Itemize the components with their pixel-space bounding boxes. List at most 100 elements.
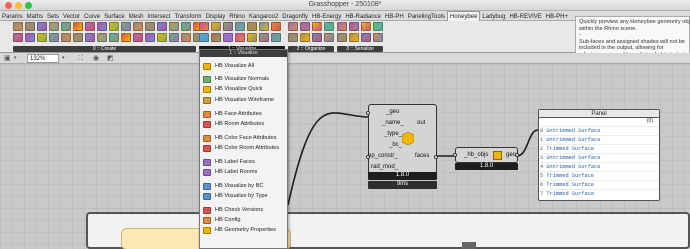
ribbon-component-icon[interactable] [37, 33, 47, 42]
output-faces[interactable]: faces [415, 153, 429, 160]
ribbon-component-icon[interactable] [247, 22, 257, 31]
input-rad-mod[interactable]: rad_mod_ [371, 164, 398, 171]
zoom-dropdown-icon[interactable]: ▾ [62, 54, 65, 63]
ribbon-group-label[interactable]: 2 :: Organize [288, 46, 334, 52]
ribbon-group-label[interactable]: 0 :: Create [13, 46, 196, 52]
menu-item-hb-visualize-wireframe[interactable]: HB Visualize Wireframe [200, 96, 287, 105]
ribbon-component-icon[interactable] [133, 22, 143, 31]
ribbon-component-icon[interactable] [259, 22, 269, 31]
ribbon-component-icon[interactable] [133, 33, 143, 42]
ribbon-component-icon[interactable] [300, 33, 310, 42]
ribbon-component-icon[interactable] [109, 33, 119, 42]
ribbon-component-icon[interactable] [288, 22, 298, 31]
ribbon-component-icon[interactable] [169, 22, 179, 31]
ribbon-component-icon[interactable] [121, 33, 131, 42]
menu-item-hb-face-attributes[interactable]: HB Face Attributes [200, 110, 287, 119]
ribbon-component-icon[interactable] [181, 22, 191, 31]
menu-item-hb-config[interactable]: HB Config [200, 216, 287, 225]
ribbon-component-icon[interactable] [312, 33, 322, 42]
ribbon-component-icon[interactable] [373, 33, 383, 42]
ribbon-component-icon[interactable] [288, 33, 298, 42]
ribbon-component-icon[interactable] [324, 33, 334, 42]
menu-item-hb-label-faces[interactable]: HB Label Faces [200, 158, 287, 167]
menu-item-hb-visualize-all[interactable]: HB Visualize All [200, 62, 287, 71]
preview-eye-icon[interactable]: ◉ [93, 54, 99, 63]
output-port[interactable] [434, 155, 438, 159]
menu-item-hb-visualize-quick[interactable]: HB Visualize Quick [200, 85, 287, 94]
tab-honeybee[interactable]: Honeybee [447, 11, 481, 21]
ribbon-component-icon[interactable] [73, 33, 83, 42]
menu-item-hb-visualize-normals[interactable]: HB Visualize Normals [200, 75, 287, 84]
ribbon-component-icon[interactable] [145, 22, 155, 31]
input-geo[interactable]: _geo [386, 109, 399, 116]
ribbon-component-icon[interactable] [211, 22, 221, 31]
ribbon-component-icon[interactable] [25, 22, 35, 31]
ribbon-component-icon[interactable] [259, 33, 269, 42]
input-port[interactable] [366, 111, 370, 115]
ribbon-component-icon[interactable] [247, 33, 257, 42]
ribbon-component-icon[interactable] [211, 33, 221, 42]
ribbon-component-icon[interactable] [312, 22, 322, 31]
ribbon-component-icon[interactable] [361, 22, 371, 31]
hb-face-component[interactable]: _geo _name_ _type_ _bc_ ep_constr_ rad_m… [366, 104, 438, 180]
menu-item-hb-color-room-attributes[interactable]: HB Color Room Attributes [200, 144, 287, 153]
ribbon-component-icon[interactable] [49, 33, 59, 42]
output-port[interactable] [515, 153, 519, 157]
input-bc[interactable]: _bc_ [389, 142, 402, 149]
menu-item-hb-label-rooms[interactable]: HB Label Rooms [200, 168, 287, 177]
menu-item-hb-room-attributes[interactable]: HB Room Attributes [200, 120, 287, 129]
ribbon-component-icon[interactable] [13, 22, 23, 31]
menu-item-hb-geometry-properties[interactable]: HB Geometry Properties [200, 226, 287, 235]
panel-component[interactable]: Panel {0} 0 Untrimmed Surface 1 Untrimmed… [538, 109, 660, 201]
ribbon-component-icon[interactable] [73, 22, 83, 31]
ribbon-component-icon[interactable] [223, 33, 233, 42]
hb-visualize-quick-component[interactable]: _hb_objs geo [453, 147, 519, 163]
menu-item-hb-visualize-by-bc[interactable]: HB Visualize by BC [200, 182, 287, 191]
output-out[interactable]: out [417, 120, 425, 127]
ribbon-component-icon[interactable] [337, 22, 347, 31]
menu-item-hb-check-versions[interactable]: HB Check Versions [200, 206, 287, 215]
preview-mode-icon[interactable]: ◩ [107, 54, 114, 63]
ribbon-component-icon[interactable] [349, 33, 359, 42]
zoom-field[interactable]: 132% [27, 54, 59, 63]
input-port[interactable] [366, 155, 370, 159]
ribbon-component-icon[interactable] [121, 22, 131, 31]
ribbon-group-label[interactable]: 3 :: Serialize [337, 46, 383, 52]
ribbon-component-icon[interactable] [61, 22, 71, 31]
ribbon-component-icon[interactable] [199, 33, 209, 42]
ribbon-component-icon[interactable] [97, 33, 107, 42]
menu-item-hb-visualize-by-type[interactable]: HB Visualize by Type [200, 192, 287, 201]
ribbon-component-icon[interactable] [169, 33, 179, 42]
ribbon-component-icon[interactable] [25, 33, 35, 42]
ribbon-component-icon[interactable] [85, 33, 95, 42]
input-port[interactable] [453, 153, 457, 157]
ribbon-component-icon[interactable] [349, 22, 359, 31]
ribbon-component-icon[interactable] [37, 22, 47, 31]
ribbon-component-icon[interactable] [361, 33, 371, 42]
input-type[interactable]: _type_ [384, 131, 402, 138]
ribbon-component-icon[interactable] [181, 33, 191, 42]
save-dropdown-icon[interactable]: ▾ [14, 54, 17, 63]
input-name[interactable]: _name_ [382, 120, 404, 127]
ribbon-component-icon[interactable] [85, 22, 95, 31]
ribbon-component-icon[interactable] [13, 33, 23, 42]
zoom-extents-icon[interactable]: ⛶ [78, 54, 83, 63]
ribbon-component-icon[interactable] [145, 33, 155, 42]
ribbon-component-icon[interactable] [271, 22, 281, 31]
ribbon-component-icon[interactable] [49, 22, 59, 31]
input-ep-constr[interactable]: ep_constr_ [368, 153, 398, 160]
input-hb-objs[interactable]: _hb_objs [464, 152, 488, 159]
ribbon-component-icon[interactable] [199, 22, 209, 31]
ribbon-component-icon[interactable] [235, 33, 245, 42]
ribbon-component-icon[interactable] [109, 22, 119, 31]
ribbon-component-icon[interactable] [157, 22, 167, 31]
save-icon[interactable]: ▣ [4, 54, 11, 63]
ribbon-component-icon[interactable] [61, 33, 71, 42]
menu-item-hb-color-face-attributes[interactable]: HB Color Face Attributes [200, 134, 287, 143]
ribbon-component-icon[interactable] [157, 33, 167, 42]
ribbon-component-icon[interactable] [235, 22, 245, 31]
ribbon-component-icon[interactable] [337, 33, 347, 42]
ribbon-component-icon[interactable] [223, 22, 233, 31]
ribbon-component-icon[interactable] [373, 22, 383, 31]
ribbon-component-icon[interactable] [97, 22, 107, 31]
